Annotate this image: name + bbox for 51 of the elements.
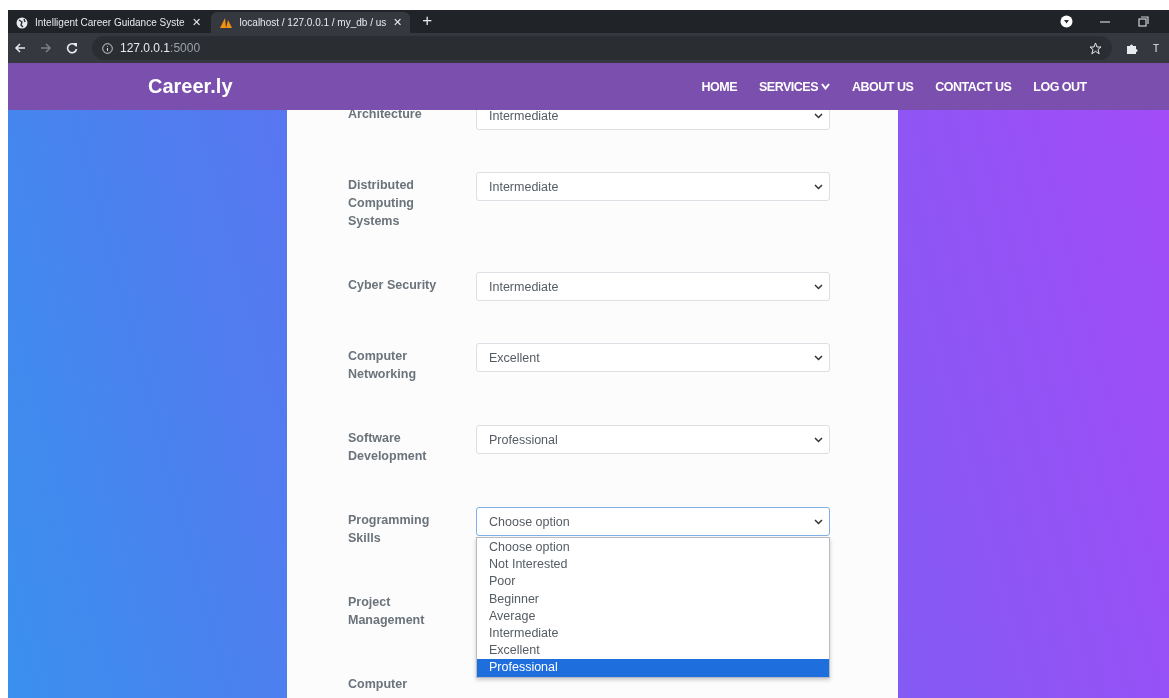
- field-label: Computer Networking: [348, 348, 418, 383]
- sail-icon: [218, 16, 233, 29]
- address-field[interactable]: 127.0.0.1:5000: [92, 36, 1112, 60]
- field-label: Software Development: [348, 430, 428, 465]
- browser-tab[interactable]: localhost / 127.0.0.1 / my_db / us ✕: [210, 12, 411, 33]
- chevron-icon: [814, 112, 823, 119]
- dropdown-option[interactable]: Professional: [477, 659, 829, 677]
- restore-icon[interactable]: [1137, 15, 1149, 28]
- dropdown-option[interactable]: Beginner: [477, 590, 829, 608]
- profile-button[interactable]: T: [1152, 42, 1169, 54]
- nav-link[interactable]: SERVICES: [759, 79, 830, 94]
- caret-icon: [821, 83, 830, 90]
- dropdown-option[interactable]: Intermediate: [477, 624, 829, 643]
- nav-link[interactable]: LOG OUT: [1033, 79, 1087, 94]
- dropdown-option[interactable]: Poor: [477, 573, 829, 591]
- back-arrow-icon[interactable]: [14, 42, 26, 54]
- new-tab-button[interactable]: +: [412, 11, 443, 33]
- select-field[interactable]: Intermediate: [476, 110, 830, 130]
- url-text: 127.0.0.1:5000: [120, 41, 201, 55]
- select-field[interactable]: Professional: [476, 425, 830, 454]
- field-label: Distributed Computing Systems: [348, 177, 415, 230]
- brand-logo[interactable]: Career.ly: [148, 75, 233, 98]
- nav-link[interactable]: ABOUT US: [852, 79, 914, 94]
- chevron-icon: [814, 518, 823, 525]
- star-icon[interactable]: [1088, 41, 1102, 55]
- chevron-icon: [814, 183, 823, 190]
- select-field[interactable]: Intermediate: [476, 172, 830, 201]
- profile-icon[interactable]: [1060, 15, 1073, 28]
- select-field[interactable]: Excellent: [476, 343, 830, 372]
- field-label: Programming Skills: [348, 512, 431, 547]
- globe-icon: [16, 16, 28, 29]
- close-icon[interactable]: ✕: [393, 16, 403, 29]
- select-field[interactable]: Intermediate: [476, 272, 830, 301]
- field-label: Cyber Security: [348, 277, 438, 294]
- chevron-icon: [814, 283, 823, 290]
- close-icon[interactable]: ✕: [191, 16, 201, 29]
- dropdown-option[interactable]: Average: [477, 607, 829, 625]
- nav-link[interactable]: HOME: [701, 79, 737, 94]
- dropdown-option[interactable]: Excellent: [477, 642, 829, 660]
- chevron-icon: [814, 436, 823, 443]
- field-label: Project Management: [348, 594, 426, 629]
- browser-tab[interactable]: Intelligent Career Guidance Syste ✕: [8, 12, 209, 33]
- field-label: Computer: [348, 676, 409, 693]
- dropdown-option[interactable]: Choose option: [477, 539, 829, 557]
- forward-arrow-icon[interactable]: [40, 42, 52, 54]
- reload-icon[interactable]: [66, 42, 78, 54]
- chevron-icon: [814, 354, 823, 361]
- select-field[interactable]: Choose option: [476, 507, 830, 536]
- dropdown-option[interactable]: Not Interested: [477, 556, 829, 574]
- info-icon: [102, 42, 113, 54]
- nav-link[interactable]: CONTACT US: [935, 79, 1012, 94]
